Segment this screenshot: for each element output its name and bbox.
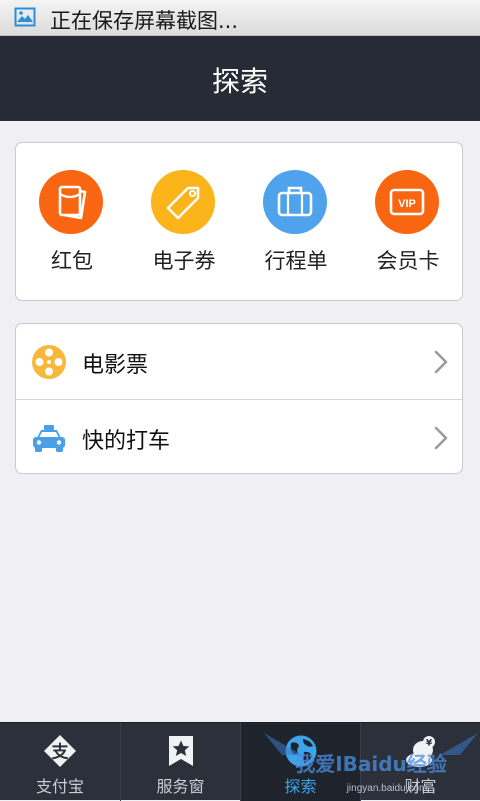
- status-bar: 正在保存屏幕截图...: [0, 0, 480, 36]
- chevron-right-icon: [434, 350, 448, 374]
- svg-text:¥: ¥: [426, 739, 433, 749]
- wealth-icon: ¥: [406, 736, 435, 767]
- tab-bar: 支 支付宝 服务窗 探索 ¥ 财富: [0, 722, 480, 801]
- feature-grid: 红包 电子券 行程单 VIP 会员卡: [15, 142, 463, 301]
- explore-globe-icon: [285, 735, 317, 767]
- service-list: 电影票 快的打车: [15, 323, 463, 474]
- grid-item-label: 行程单: [264, 249, 328, 273]
- list-item-movie-tickets[interactable]: 电影票: [16, 324, 462, 399]
- service-window-icon: [169, 736, 193, 766]
- tab-label: 支付宝: [35, 777, 84, 796]
- grid-item-coupon[interactable]: 电子券: [128, 143, 240, 302]
- grid-item-red-envelope[interactable]: 红包: [16, 143, 128, 302]
- svg-text:支: 支: [52, 742, 70, 763]
- list-item-label: 电影票: [82, 353, 149, 378]
- grid-item-membership-card[interactable]: VIP 会员卡: [352, 143, 464, 302]
- image-icon: [14, 7, 36, 27]
- grid-item-label: 会员卡: [376, 249, 440, 273]
- suitcase-icon: [263, 170, 327, 234]
- vip-card-icon: VIP: [375, 170, 439, 234]
- tab-label: 财富: [404, 777, 437, 796]
- taxi-icon: [33, 425, 65, 452]
- page-title: 探索: [211, 65, 268, 98]
- grid-item-itinerary[interactable]: 行程单: [240, 143, 352, 302]
- vip-badge-text: VIP: [398, 198, 416, 210]
- tab-wealth[interactable]: ¥ 财富: [360, 723, 480, 801]
- grid-item-label: 红包: [51, 249, 93, 273]
- coupon-tag-icon: [151, 170, 215, 234]
- tab-label: 探索: [284, 777, 317, 796]
- tab-service-window[interactable]: 服务窗: [120, 723, 240, 801]
- list-item-label: 快的打车: [82, 429, 171, 454]
- header: 探索: [0, 36, 480, 121]
- film-reel-icon: [32, 345, 66, 379]
- grid-item-label: 电子券: [152, 249, 216, 273]
- chevron-right-icon: [434, 426, 448, 450]
- tab-label: 服务窗: [156, 777, 205, 796]
- list-item-taxi[interactable]: 快的打车: [16, 400, 462, 475]
- status-text: 正在保存屏幕截图...: [50, 9, 239, 33]
- tab-explore[interactable]: 探索: [240, 723, 360, 801]
- tab-alipay[interactable]: 支 支付宝: [0, 723, 120, 801]
- alipay-icon: 支: [44, 735, 76, 767]
- red-envelope-icon: [39, 170, 103, 234]
